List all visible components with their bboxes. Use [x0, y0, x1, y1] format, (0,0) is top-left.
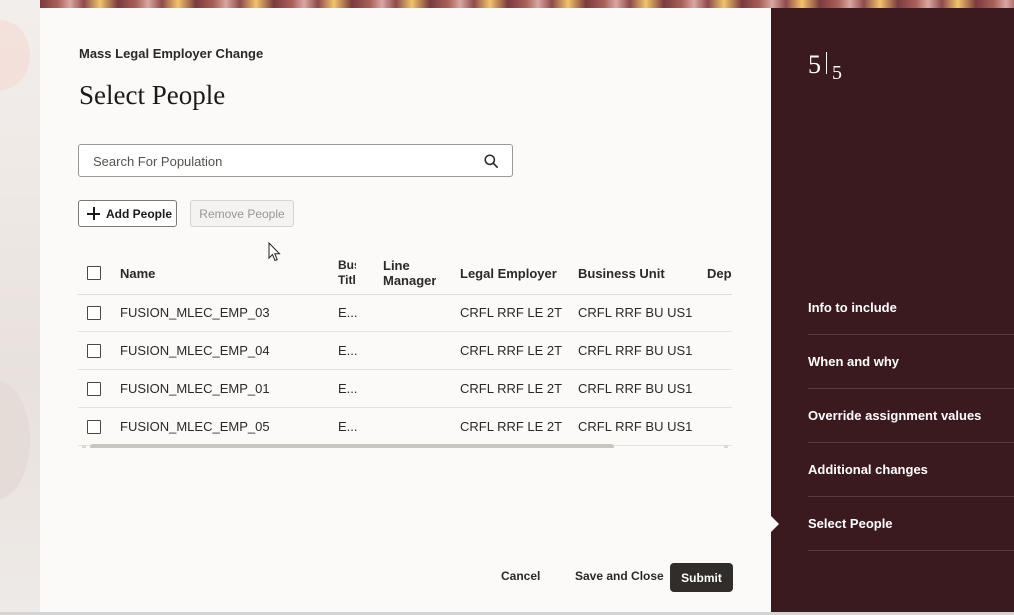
column-header-business-title-line2: Titl — [338, 273, 356, 287]
train-step-additional-changes[interactable]: Additional changes — [808, 443, 1014, 497]
mouse-cursor-icon — [268, 242, 281, 262]
search-icon[interactable] — [484, 154, 498, 168]
cell-name: FUSION_MLEC_EMP_05 — [120, 419, 270, 434]
row-checkbox[interactable] — [87, 306, 101, 320]
train-steps: Info to include When and why Override as… — [771, 281, 1014, 551]
table-row[interactable]: FUSION_MLEC_EMP_04 E... CRFL RRF LE 2T C… — [78, 332, 732, 370]
save-and-close-button[interactable]: Save and Close — [575, 569, 664, 583]
cell-business-unit: CRFL RRF BU US1 — [578, 305, 693, 320]
total-steps-number: 5 — [832, 62, 842, 84]
scroll-right-arrow[interactable] — [724, 445, 728, 448]
column-header-line-manager[interactable]: Line Manager — [383, 258, 436, 288]
column-header-department[interactable]: Depa — [707, 266, 732, 281]
cell-legal-employer: CRFL RRF LE 2T — [460, 419, 563, 434]
column-header-line-manager-line1: Line — [383, 258, 410, 273]
table-row[interactable]: FUSION_MLEC_EMP_05 E... CRFL RRF LE 2T C… — [78, 408, 732, 446]
train-panel: 55 Info to include When and why Override… — [771, 8, 1014, 612]
row-checkbox[interactable] — [87, 420, 101, 434]
remove-people-button[interactable]: Remove People — [190, 200, 294, 227]
cell-legal-employer: CRFL RRF LE 2T — [460, 381, 563, 396]
cell-business-title: E... — [338, 305, 358, 320]
train-step-info-to-include[interactable]: Info to include — [808, 281, 1014, 335]
column-header-line-manager-line2: Manager — [383, 273, 437, 288]
scroll-left-arrow[interactable] — [82, 445, 86, 448]
background-decoration — [0, 20, 30, 90]
scrollbar-thumb[interactable] — [90, 444, 614, 448]
column-header-legal-employer[interactable]: Legal Employer — [460, 266, 557, 281]
background-left — [0, 0, 40, 615]
cell-name: FUSION_MLEC_EMP_01 — [120, 381, 270, 396]
column-header-business-title[interactable]: Bus Titl — [338, 258, 356, 288]
main-panel: Mass Legal Employer Change Select People… — [40, 8, 771, 612]
step-counter: 55 — [808, 50, 842, 84]
page-title: Select People — [79, 80, 226, 110]
cell-business-unit: CRFL RRF BU US1 — [578, 343, 693, 358]
train-step-select-people[interactable]: Select People — [771, 497, 1014, 551]
cell-legal-employer: CRFL RRF LE 2T — [460, 305, 563, 320]
submit-button[interactable]: Submit — [670, 563, 733, 592]
breadcrumb: Mass Legal Employer Change — [79, 46, 264, 61]
cell-legal-employer: CRFL RRF LE 2T — [460, 343, 563, 358]
horizontal-scrollbar[interactable] — [78, 444, 732, 448]
train-step-override-assignment-values[interactable]: Override assignment values — [808, 389, 1014, 443]
cell-business-unit: CRFL RRF BU US1 — [578, 419, 693, 434]
cell-business-title: E... — [338, 381, 358, 396]
cell-name: FUSION_MLEC_EMP_03 — [120, 305, 270, 320]
column-header-name[interactable]: Name — [120, 266, 155, 281]
row-checkbox[interactable] — [87, 382, 101, 396]
cancel-button[interactable]: Cancel — [501, 569, 540, 583]
plus-icon — [87, 207, 100, 220]
people-table: Name Bus Titl Line Manager Legal Employe… — [78, 248, 732, 448]
current-step-number: 5 — [808, 50, 821, 79]
cell-business-title: E... — [338, 419, 358, 434]
train-step-when-and-why[interactable]: When and why — [808, 335, 1014, 389]
cell-business-title: E... — [338, 343, 358, 358]
row-checkbox[interactable] — [87, 344, 101, 358]
column-header-business-title-line1: Bus — [338, 258, 356, 272]
remove-people-label: Remove People — [199, 206, 285, 221]
table-header: Name Bus Titl Line Manager Legal Employe… — [78, 248, 732, 295]
select-all-checkbox[interactable] — [87, 266, 101, 280]
background-decoration — [0, 380, 30, 500]
cell-name: FUSION_MLEC_EMP_04 — [120, 343, 270, 358]
add-people-button[interactable]: Add People — [78, 200, 177, 227]
table-row[interactable]: FUSION_MLEC_EMP_03 E... CRFL RRF LE 2T C… — [78, 294, 732, 332]
add-people-label: Add People — [106, 206, 173, 221]
submit-label: Submit — [681, 570, 722, 585]
search-field[interactable] — [78, 144, 513, 178]
search-input[interactable] — [91, 145, 475, 178]
table-row[interactable]: FUSION_MLEC_EMP_01 E... CRFL RRF LE 2T C… — [78, 370, 732, 408]
cell-business-unit: CRFL RRF BU US1 — [578, 381, 693, 396]
column-header-business-unit[interactable]: Business Unit — [578, 266, 665, 281]
background-banner-strip — [40, 0, 1014, 8]
step-counter-divider — [826, 52, 827, 74]
